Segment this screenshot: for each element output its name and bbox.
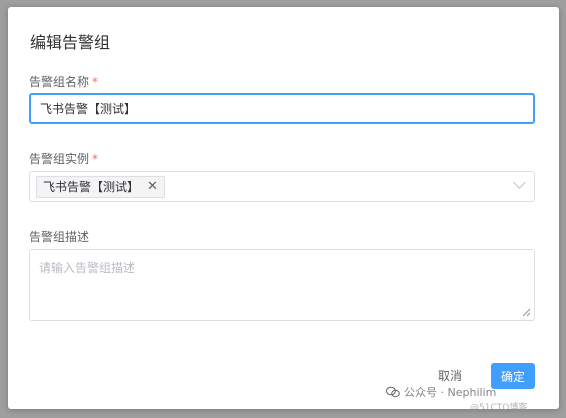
- cancel-button[interactable]: 取消: [438, 367, 462, 384]
- alert-group-desc-label: 告警组描述: [29, 230, 90, 244]
- alert-group-instance-select[interactable]: 飞书告警【测试】 ✕: [29, 171, 535, 202]
- watermark-text: 公众号 · Nephilim: [404, 386, 497, 399]
- instance-tag: 飞书告警【测试】 ✕: [36, 175, 165, 198]
- wechat-icon: [386, 386, 400, 398]
- instance-tag-label: 飞书告警【测试】: [43, 180, 140, 194]
- required-mark: *: [92, 75, 99, 89]
- edit-alert-group-dialog: 编辑告警组 告警组名称 * 飞书告警【测试】 告警组实例 * 飞书告警【测试】 ✕ …: [8, 7, 559, 409]
- alert-group-instance-label: 告警组实例 *: [29, 152, 99, 166]
- alert-group-desc-textarea[interactable]: 请输入告警组描述: [29, 249, 535, 321]
- watermark-sub: @51CTO博客: [470, 403, 528, 413]
- alert-group-name-label: 告警组名称 *: [29, 75, 99, 89]
- alert-group-name-input[interactable]: 飞书告警【测试】: [29, 93, 535, 124]
- required-mark: *: [92, 152, 99, 166]
- confirm-button[interactable]: 确定: [491, 363, 535, 389]
- alert-group-name-value: 飞书告警【测试】: [40, 102, 137, 116]
- resize-handle-icon[interactable]: [521, 307, 531, 317]
- desc-placeholder: 请输入告警组描述: [39, 261, 136, 275]
- chevron-down-icon[interactable]: [513, 176, 526, 189]
- tag-close-icon[interactable]: ✕: [147, 179, 158, 194]
- watermark: 公众号 · Nephilim: [386, 384, 496, 400]
- dialog-title: 编辑告警组: [30, 33, 111, 52]
